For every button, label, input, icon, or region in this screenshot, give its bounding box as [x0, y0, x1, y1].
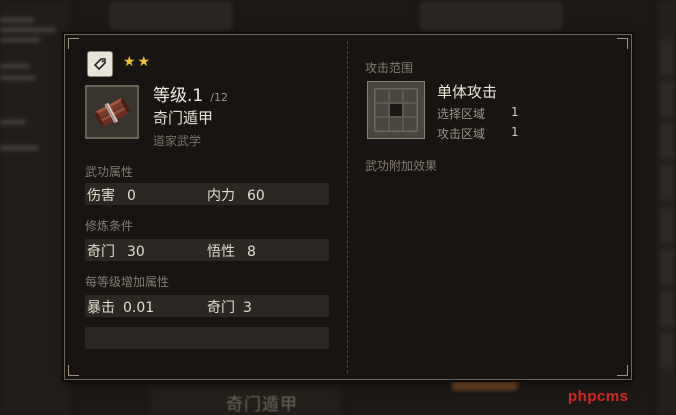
damage-label: 伤害	[87, 188, 115, 204]
crit-label: 暴击	[87, 300, 115, 316]
background-cell	[660, 124, 674, 158]
corner-ornament	[617, 365, 628, 376]
extra-effects-label: 武功附加效果	[365, 159, 438, 173]
background-bar	[0, 120, 26, 124]
crit-bonus: 暴击 0.01	[87, 297, 154, 317]
skill-name: 奇门遁甲	[153, 109, 214, 127]
background-card	[420, 2, 562, 30]
qimen-label: 奇门	[87, 244, 115, 260]
wuxing-value: 8	[247, 244, 256, 260]
skill-school: 道家武学	[153, 134, 202, 148]
background-cell	[660, 40, 674, 74]
corner-ornament	[68, 365, 79, 376]
background-left-panel	[0, 0, 70, 415]
background-cell	[660, 166, 674, 200]
background-bar	[0, 146, 38, 150]
requirements-section-label: 修炼条件	[85, 219, 134, 233]
watermark-text: phpcms	[568, 388, 629, 405]
attack-range-name: 单体攻击	[437, 83, 498, 101]
qimen-requirement: 奇门 30	[87, 241, 145, 261]
rarity-stars: ★★	[123, 54, 153, 70]
background-cell	[660, 250, 674, 284]
internal-power-label: 内力	[207, 188, 235, 204]
background-bar	[0, 18, 34, 22]
skill-tooltip-panel: ★★ 等级.1 /12 奇门遁甲 道家武学 武功属性 伤害 0 内力 60 修炼…	[64, 34, 632, 380]
damage-value: 0	[127, 188, 136, 204]
background-bar	[0, 76, 36, 80]
skill-book-icon	[85, 85, 139, 139]
attributes-section-label: 武功属性	[85, 165, 134, 179]
attack-range-label: 攻击范围	[365, 61, 414, 75]
skill-level: 等级.1	[153, 86, 204, 106]
attack-area-stat: 攻击区域 1	[437, 125, 519, 142]
single-target-grid-icon	[367, 81, 425, 139]
background-cell	[660, 334, 674, 368]
attack-area-value: 1	[511, 125, 519, 139]
skill-max-level: /12	[210, 91, 228, 104]
qimen-bonus-value: 3	[243, 300, 252, 316]
background-bar	[0, 28, 56, 32]
attack-area-label: 攻击区域	[437, 127, 486, 141]
qimen-value: 30	[127, 244, 145, 260]
select-area-label: 选择区域	[437, 107, 486, 121]
internal-power-value: 60	[247, 188, 265, 204]
qimen-bonus-label: 奇门	[207, 300, 235, 316]
select-area-value: 1	[511, 105, 519, 119]
crit-value: 0.01	[123, 300, 155, 316]
per-level-section-label: 每等级增加属性	[85, 275, 170, 289]
empty-row	[85, 327, 329, 349]
corner-ornament	[617, 38, 628, 49]
background-cell	[660, 208, 674, 242]
range-grid	[374, 88, 418, 132]
corner-ornament	[68, 38, 79, 49]
background-bar	[0, 64, 30, 68]
qimen-bonus: 奇门 3	[207, 297, 252, 317]
background-skill-label: 奇门遁甲	[226, 395, 298, 415]
per-level-row: 暴击 0.01 奇门 3	[85, 295, 329, 317]
level-row: 等级.1 /12	[153, 81, 228, 106]
tag-icon	[87, 51, 113, 77]
background-cell	[660, 82, 674, 116]
background-bar	[0, 38, 40, 42]
damage-stat: 伤害 0	[87, 185, 136, 205]
column-divider	[347, 41, 348, 373]
wuxing-requirement: 悟性 8	[207, 241, 256, 261]
background-card	[110, 2, 232, 30]
attributes-row: 伤害 0 内力 60	[85, 183, 329, 205]
select-area-stat: 选择区域 1	[437, 105, 519, 122]
wuxing-label: 悟性	[207, 244, 235, 260]
internal-power-stat: 内力 60	[207, 185, 265, 205]
requirements-row: 奇门 30 悟性 8	[85, 239, 329, 261]
background-cell	[660, 292, 674, 326]
